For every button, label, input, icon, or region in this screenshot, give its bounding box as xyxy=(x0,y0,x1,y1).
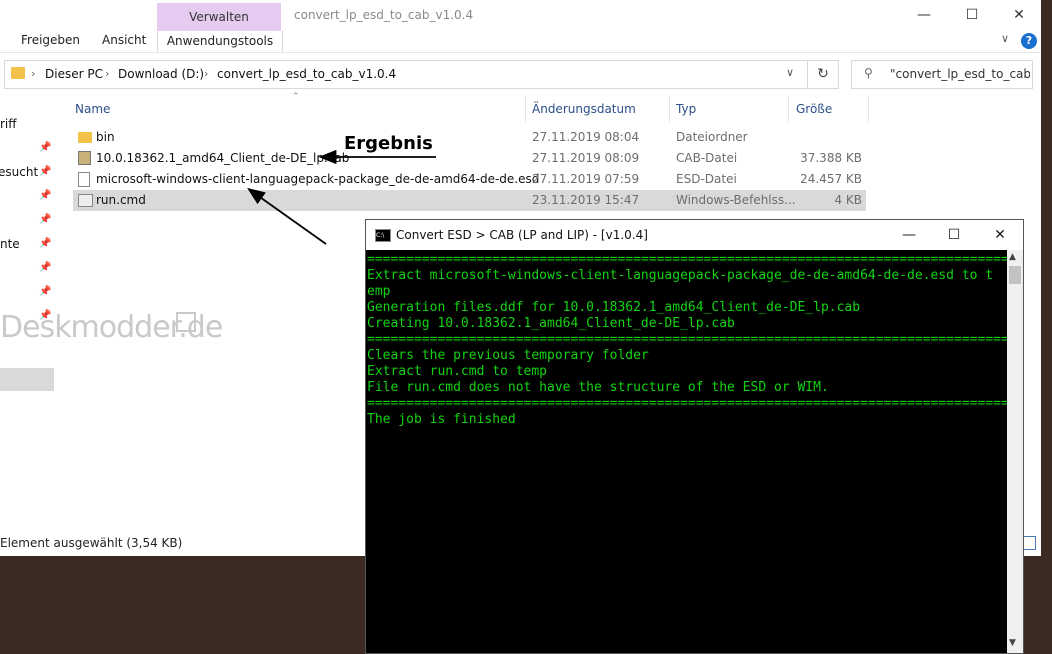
console-line: Extract run.cmd to temp xyxy=(367,364,548,379)
console-close-button[interactable]: ✕ xyxy=(980,224,1020,246)
console-maximize-button[interactable]: ☐ xyxy=(934,224,974,246)
console-scrollbar[interactable]: ▲ ▼ xyxy=(1007,250,1023,653)
console-line: Generation files.ddf for 10.0.18362.1_am… xyxy=(367,300,861,315)
console-titlebar[interactable]: C:\ Convert ESD > CAB (LP and LIP) - [v1… xyxy=(366,220,1023,250)
console-icon: C:\ xyxy=(375,229,391,242)
arrow-to-esd xyxy=(247,187,327,245)
console-line: ========================================… xyxy=(367,252,1007,267)
scroll-down-icon[interactable]: ▼ xyxy=(1009,638,1016,648)
console-line: ========================================… xyxy=(367,332,1007,347)
console-minimize-button[interactable]: — xyxy=(889,224,929,246)
console-line: File run.cmd does not have the structure… xyxy=(367,380,829,395)
console-line: emp xyxy=(367,284,391,299)
details-view-icon[interactable] xyxy=(1022,536,1036,550)
scroll-up-icon[interactable]: ▲ xyxy=(1009,252,1016,262)
console-line: Creating 10.0.18362.1_amd64_Client_de-DE… xyxy=(367,316,735,331)
scroll-thumb[interactable] xyxy=(1009,266,1021,284)
console-window[interactable]: C:\ Convert ESD > CAB (LP and LIP) - [v1… xyxy=(365,219,1024,654)
status-bar: Element ausgewählt (3,54 KB) xyxy=(0,536,183,550)
console-line: ========================================… xyxy=(367,396,1007,411)
console-title: Convert ESD > CAB (LP and LIP) - [v1.0.4… xyxy=(396,228,648,242)
console-output: ========================================… xyxy=(367,252,1007,428)
console-line: Clears the previous temporary folder xyxy=(367,348,649,363)
console-line: The job is finished xyxy=(367,412,516,427)
console-line: Extract microsoft-windows-client-languag… xyxy=(367,268,994,283)
